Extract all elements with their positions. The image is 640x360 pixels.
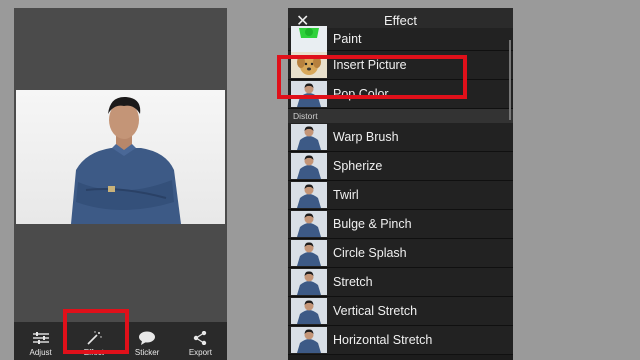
effect-item-paint[interactable]: Paint <box>288 26 513 52</box>
share-icon <box>190 330 210 346</box>
photo-editor-screen: Adjust Effect Sticker Export <box>14 8 227 360</box>
effect-item-circle-splash[interactable]: Circle Splash <box>288 239 513 268</box>
effect-item-label: Circle Splash <box>333 246 407 260</box>
sliders-icon <box>31 330 51 346</box>
effect-item-label: Paint <box>333 32 362 46</box>
effect-item-label: Warp Brush <box>333 130 399 144</box>
edited-photo[interactable] <box>16 90 225 224</box>
effect-item-warp-brush[interactable]: Warp Brush <box>288 123 513 152</box>
person-thumb <box>291 182 327 208</box>
export-button[interactable]: Export <box>174 322 227 360</box>
effect-highlight-box <box>63 309 129 354</box>
paint-thumb <box>291 26 327 52</box>
adjust-label: Adjust <box>29 348 52 357</box>
person-thumb <box>291 240 327 266</box>
effect-item-stretch[interactable]: Stretch <box>288 268 513 297</box>
person-thumb <box>291 211 327 237</box>
effect-item-label: Horizontal Stretch <box>333 333 433 347</box>
man-portrait-image <box>71 96 181 224</box>
effect-item-bulge-pinch[interactable]: Bulge & Pinch <box>288 210 513 239</box>
effect-item-label: Twirl <box>333 188 359 202</box>
effect-item-horizontal-stretch[interactable]: Horizontal Stretch <box>288 326 513 355</box>
sticker-label: Sticker <box>134 348 160 357</box>
person-thumb <box>291 269 327 295</box>
effect-item-label: Stretch <box>333 275 373 289</box>
speech-bubble-icon <box>137 330 157 346</box>
adjust-button[interactable]: Adjust <box>14 322 67 360</box>
person-thumb <box>291 153 327 179</box>
section-header-distort: Distort <box>288 109 513 123</box>
effect-item-label: Bulge & Pinch <box>333 217 412 231</box>
person-thumb <box>291 298 327 324</box>
effect-item-vertical-stretch[interactable]: Vertical Stretch <box>288 297 513 326</box>
list-scrollbar[interactable] <box>509 40 511 120</box>
person-thumb <box>291 124 327 150</box>
effect-item-label: Vertical Stretch <box>333 304 418 318</box>
effect-item-twirl[interactable]: Twirl <box>288 181 513 210</box>
effect-item-spherize[interactable]: Spherize <box>288 152 513 181</box>
effect-item-label: Spherize <box>333 159 383 173</box>
insert-picture-highlight-box <box>277 55 467 99</box>
export-label: Export <box>188 348 212 357</box>
person-thumb <box>291 327 327 353</box>
